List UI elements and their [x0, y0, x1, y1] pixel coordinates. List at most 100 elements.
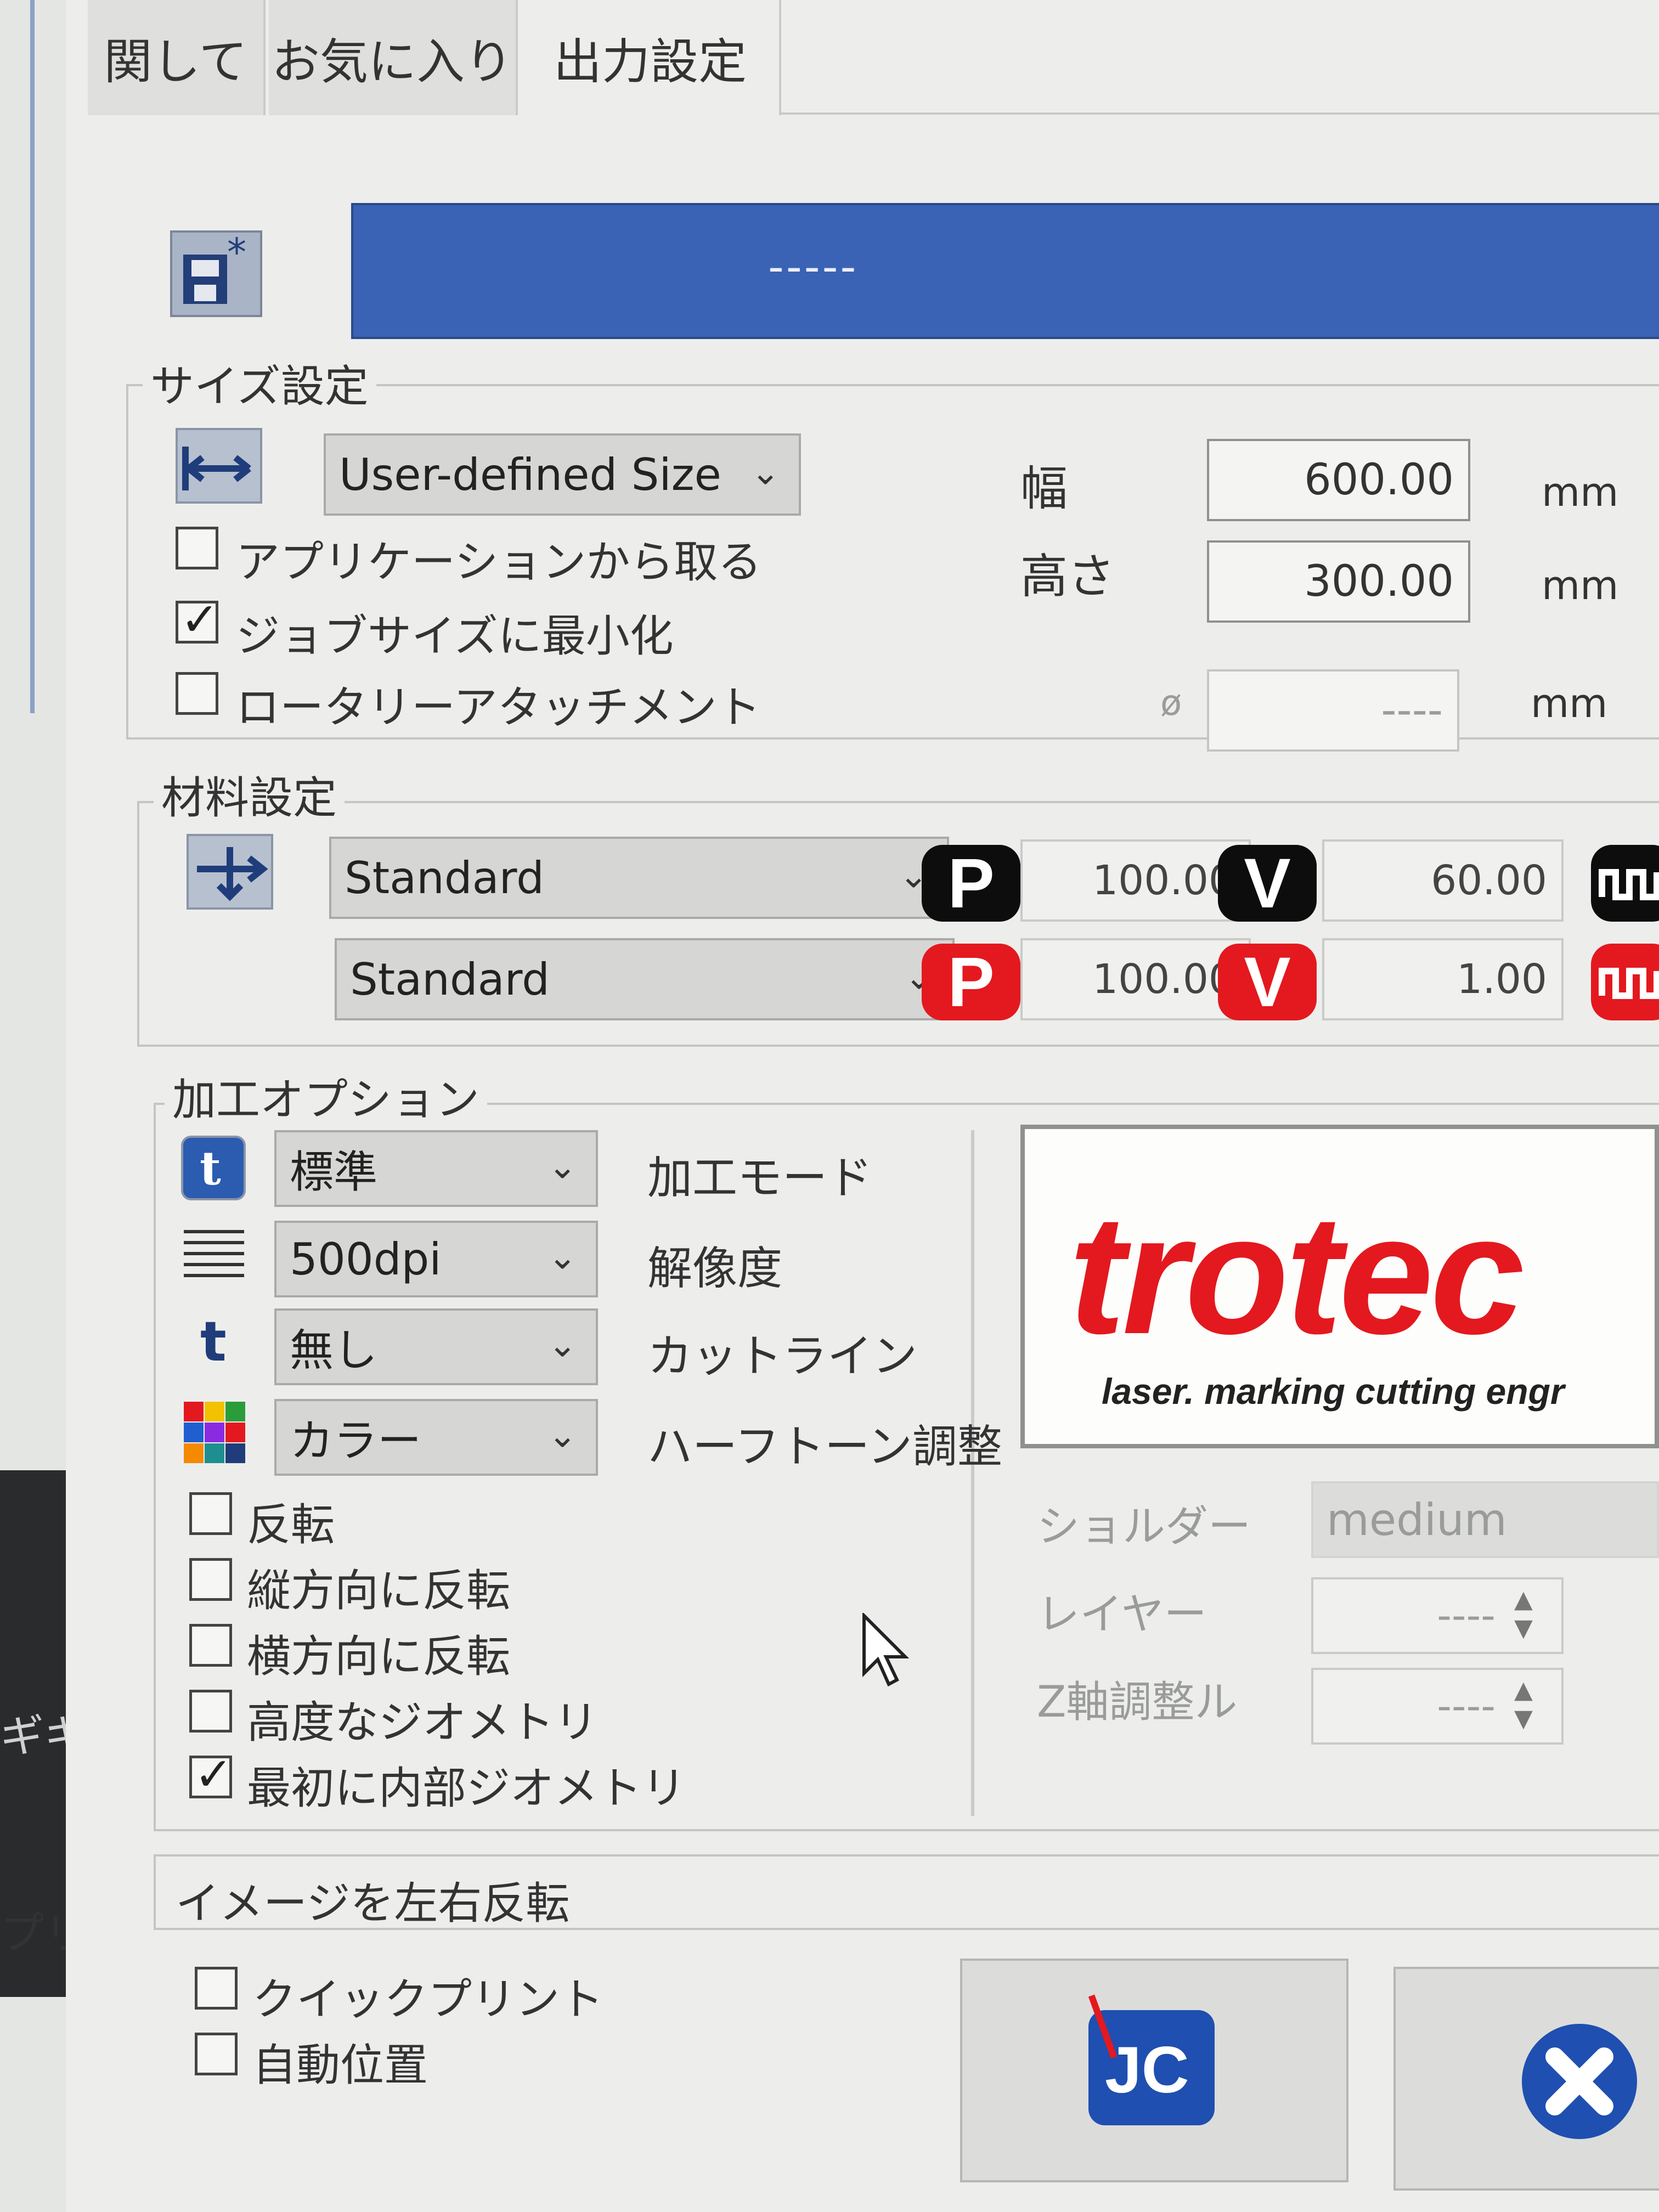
- trotec-logo: trotec: [1069, 1179, 1525, 1369]
- checkbox-from-application[interactable]: [176, 527, 218, 569]
- print-dialog: 関して お気に入り 出力設定 * ----- サイズ設定 User-define…: [66, 0, 1659, 2212]
- cutline-t-icon: t: [195, 1308, 244, 1374]
- process-mode-label: 加工モード: [647, 1152, 873, 1204]
- height-field[interactable]: 300.00: [1207, 540, 1470, 623]
- resolution-lines-icon: [184, 1226, 244, 1286]
- z-offset-label: Z軸調整ル: [1037, 1678, 1238, 1727]
- size-settings-legend: サイズ設定: [143, 351, 376, 415]
- checkbox-invert[interactable]: [189, 1492, 232, 1535]
- layer-spinner-icon[interactable]: ▲ ▼: [1514, 1585, 1533, 1643]
- material-settings-legend: 材料設定: [154, 763, 345, 826]
- checkbox-label: 横方向に反転: [247, 1631, 510, 1682]
- cutline-label: カットライン: [647, 1330, 918, 1383]
- diameter-icon: ø: [1160, 683, 1182, 724]
- size-dropdown-value: User-defined Size: [339, 449, 721, 500]
- process-options-legend: 加工オプション: [165, 1064, 487, 1128]
- checkbox-auto-position[interactable]: [195, 2033, 238, 2075]
- checkbox-label: 縦方向に反転: [247, 1565, 510, 1616]
- velocity-field[interactable]: 60.00: [1322, 839, 1564, 922]
- checkbox-rotary-attachment[interactable]: [176, 672, 218, 715]
- resolution-value: 500dpi: [290, 1233, 442, 1285]
- power-field[interactable]: 100.00: [1020, 938, 1251, 1020]
- mouse-cursor-icon: [861, 1611, 916, 1692]
- material-dropdown-value: Standard: [350, 953, 550, 1005]
- checkbox-label: 反転: [247, 1499, 335, 1550]
- svg-text:*: *: [227, 233, 246, 275]
- tab-about[interactable]: 関して: [88, 0, 266, 115]
- job-control-icon-mark: [1088, 1994, 1118, 2059]
- layer-label: レイヤー: [1037, 1590, 1207, 1639]
- chevron-down-icon: ⌄: [548, 1324, 577, 1365]
- shoulder-value: medium: [1327, 1494, 1507, 1545]
- checkbox-label: ジョブサイズに最小化: [236, 611, 674, 662]
- velocity-badge: V: [1218, 844, 1317, 923]
- frequency-icon: [1591, 944, 1659, 1020]
- resolution-dropdown[interactable]: 500dpi ⌄: [274, 1221, 598, 1297]
- checkbox-flip-vertical[interactable]: [189, 1558, 232, 1601]
- material-settings-icon: [187, 834, 273, 910]
- checkbox-label: クイックプリント: [252, 1974, 603, 2025]
- frequency-icon: [1591, 845, 1659, 922]
- job-control-button[interactable]: JC: [960, 1959, 1348, 2182]
- checkbox-inner-geometry-first[interactable]: [189, 1747, 233, 1801]
- job-control-icon: JC: [1088, 1994, 1215, 2125]
- power-field[interactable]: 100.00: [1020, 839, 1251, 922]
- checkbox-quick-print[interactable]: [195, 1967, 238, 2010]
- tab-divider: [779, 112, 1659, 115]
- size-arrows-icon: [176, 428, 262, 504]
- width-unit: mm: [1542, 469, 1619, 515]
- save-job-icon[interactable]: *: [170, 230, 262, 317]
- halftone-label: ハーフトーン調整: [647, 1421, 1002, 1473]
- close-icon: [1522, 2024, 1637, 2139]
- material-dropdown-value: Standard: [345, 852, 544, 904]
- svg-text:t: t: [200, 1310, 227, 1369]
- job-control-icon-text: JC: [1105, 2033, 1189, 2107]
- window-edge: [30, 0, 35, 713]
- power-badge: P: [922, 943, 1020, 1022]
- checkbox-flip-horizontal[interactable]: [189, 1624, 232, 1667]
- svg-text:t: t: [200, 1141, 221, 1195]
- checkbox-advanced-geometry[interactable]: [189, 1690, 232, 1733]
- checkbox-label: ロータリーアタッチメント: [236, 682, 761, 733]
- tab-favorites[interactable]: お気に入り: [269, 0, 518, 115]
- width-label: 幅: [1020, 461, 1068, 516]
- halftone-value: カラー: [290, 1415, 421, 1466]
- checkbox-label: アプリケーションから取る: [236, 537, 762, 588]
- halftone-dropdown[interactable]: カラー ⌄: [274, 1399, 598, 1476]
- color-grid-icon: [184, 1402, 245, 1463]
- material-dropdown-2[interactable]: Standard ⌄: [335, 938, 955, 1020]
- chevron-down-icon: ⌄: [548, 1415, 577, 1456]
- width-field[interactable]: 600.00: [1207, 439, 1470, 521]
- height-unit: mm: [1542, 562, 1619, 608]
- checkbox-label: 自動位置: [252, 2040, 428, 2091]
- chevron-down-icon: ⌄: [751, 452, 780, 493]
- height-label: 高さ: [1020, 549, 1115, 604]
- process-mode-dropdown[interactable]: 標準 ⌄: [274, 1130, 598, 1207]
- velocity-field[interactable]: 1.00: [1322, 938, 1564, 1020]
- size-dropdown[interactable]: User-defined Size ⌄: [324, 433, 801, 516]
- cancel-button[interactable]: [1393, 1967, 1659, 2191]
- trotec-logo-panel: trotec laser. marking cutting engr: [1020, 1125, 1659, 1448]
- diameter-unit: mm: [1531, 680, 1608, 726]
- power-badge: P: [922, 844, 1020, 923]
- job-name-banner[interactable]: [351, 203, 1659, 339]
- cutline-value: 無し: [290, 1325, 377, 1376]
- checkbox-label: 最初に内部ジオメトリ: [247, 1763, 686, 1814]
- chevron-down-icon: ⌄: [548, 1146, 577, 1187]
- shoulder-label: ショルダー: [1037, 1502, 1251, 1551]
- checkbox-minimize-to-job[interactable]: [176, 592, 219, 646]
- material-dropdown-1[interactable]: Standard ⌄: [329, 837, 949, 919]
- cutline-dropdown[interactable]: 無し ⌄: [274, 1308, 598, 1385]
- velocity-badge: V: [1218, 943, 1317, 1022]
- shoulder-dropdown[interactable]: medium: [1311, 1481, 1659, 1558]
- z-offset-spinner-icon[interactable]: ▲ ▼: [1514, 1676, 1533, 1733]
- job-name-text: -----: [768, 241, 859, 292]
- process-mode-icon: t: [181, 1136, 246, 1200]
- trotec-tagline: laser. marking cutting engr: [1102, 1371, 1565, 1412]
- diameter-field[interactable]: ----: [1207, 669, 1459, 752]
- tab-output-settings[interactable]: 出力設定: [521, 0, 781, 115]
- mirror-image-label: イメージを左右反転: [176, 1878, 570, 1929]
- checkbox-label: 高度なジオメトリ: [247, 1697, 598, 1748]
- resolution-label: 解像度: [647, 1243, 783, 1295]
- chevron-down-icon: ⌄: [548, 1237, 577, 1278]
